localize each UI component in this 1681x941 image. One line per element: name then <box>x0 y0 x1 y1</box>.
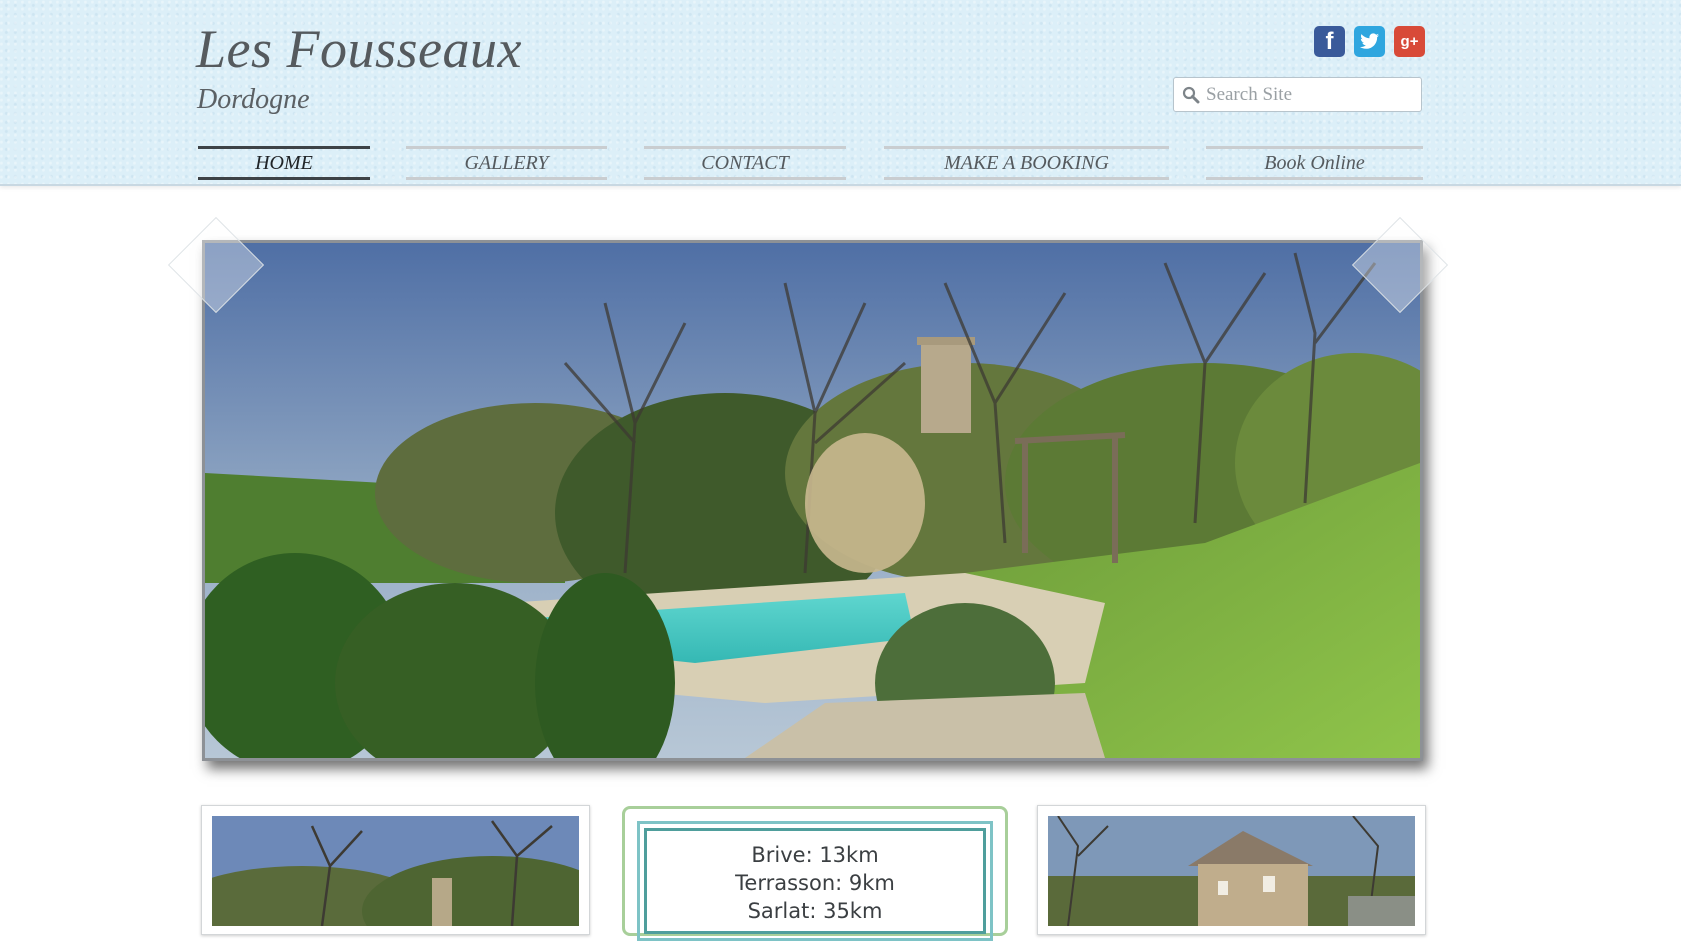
nav-gallery[interactable]: GALLERY <box>406 146 607 180</box>
hero-slideshow[interactable] <box>202 240 1423 761</box>
distance-line: Sarlat: 35km <box>747 899 883 923</box>
garden-thumbnail <box>212 816 579 926</box>
search-input[interactable] <box>1204 82 1408 107</box>
distance-line: Brive: 13km <box>751 843 879 867</box>
house-thumbnail <box>1048 816 1415 926</box>
search-icon <box>1182 86 1200 104</box>
nav-home[interactable]: HOME <box>198 146 370 180</box>
nav-make-a-booking[interactable]: MAKE A BOOKING <box>884 146 1169 180</box>
distance-line: Terrasson: 9km <box>735 871 895 895</box>
google-plus-icon[interactable]: g+ <box>1394 26 1425 57</box>
site-title[interactable]: Les Fousseaux <box>196 18 522 80</box>
nav-contact[interactable]: CONTACT <box>644 146 846 180</box>
nav-book-online[interactable]: Book Online <box>1206 146 1423 180</box>
facebook-icon[interactable]: f <box>1314 26 1345 57</box>
site-subtitle: Dordogne <box>197 84 310 115</box>
search-box[interactable] <box>1173 77 1422 112</box>
photo-card-right[interactable] <box>1037 805 1426 935</box>
hero-photo <box>205 243 1420 758</box>
site-header: Les Fousseaux Dordogne f g+ HOME GALLERY… <box>0 0 1681 186</box>
photo-card-left[interactable] <box>201 805 590 935</box>
twitter-icon[interactable] <box>1354 26 1385 57</box>
